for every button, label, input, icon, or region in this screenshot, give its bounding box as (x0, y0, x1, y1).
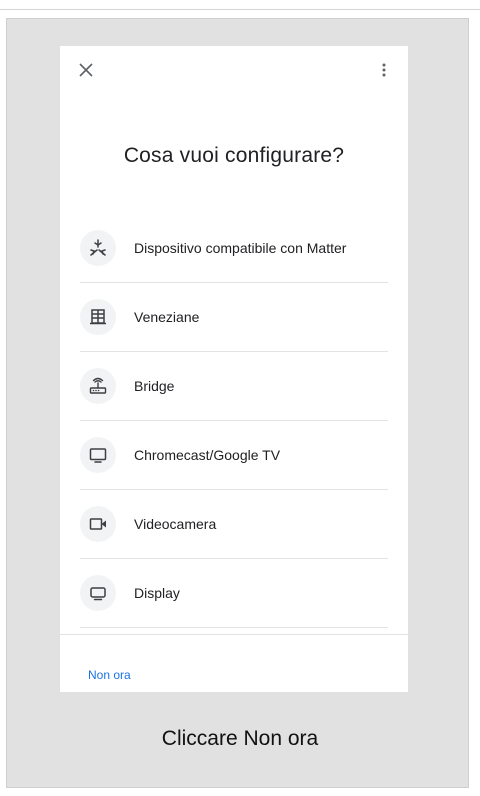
list-item-label: Chromecast/Google TV (134, 447, 281, 463)
list-item-bridge[interactable]: Bridge (80, 352, 388, 421)
matter-icon (90, 239, 106, 256)
list-item-matter[interactable]: Dispositivo compatibile con Matter (80, 214, 388, 283)
blinds-icon-badge (80, 299, 116, 335)
blinds-icon (90, 309, 106, 325)
tv-icon (89, 448, 107, 463)
list-item-label: Veneziane (134, 309, 200, 325)
dialog-title: Cosa vuoi configurare? (123, 144, 345, 167)
list-item-label: Bridge (134, 378, 175, 394)
videocam-icon-badge (80, 506, 116, 542)
top-divider (0, 9, 480, 10)
videocam-icon (89, 518, 106, 530)
list-item-label: Display (134, 585, 180, 601)
instruction-caption: Cliccare Non ora (161, 727, 319, 750)
close-button[interactable] (74, 58, 98, 82)
router-icon (89, 377, 107, 394)
not-now-button[interactable]: Non ora (88, 668, 131, 682)
device-type-list: Dispositivo compatibile con Matter Venez… (80, 214, 388, 628)
list-item-chromecast[interactable]: Chromecast/Google TV (80, 421, 388, 490)
list-item-camera[interactable]: Videocamera (80, 490, 388, 559)
close-icon (79, 63, 93, 77)
list-item-display[interactable]: Display (80, 559, 388, 628)
setup-dialog: Cosa vuoi configurare? Dispositivo compa… (60, 46, 408, 692)
footer-divider (60, 634, 408, 635)
matter-icon-badge (80, 230, 116, 266)
display-icon-badge (80, 575, 116, 611)
list-item-blinds[interactable]: Veneziane (80, 283, 388, 352)
router-icon-badge (80, 368, 116, 404)
list-item-label: Dispositivo compatibile con Matter (134, 240, 347, 256)
more-options-button[interactable] (372, 58, 396, 82)
display-icon (90, 587, 106, 601)
tv-icon-badge (80, 437, 116, 473)
more-vert-icon (382, 63, 386, 77)
list-item-label: Videocamera (134, 516, 217, 532)
